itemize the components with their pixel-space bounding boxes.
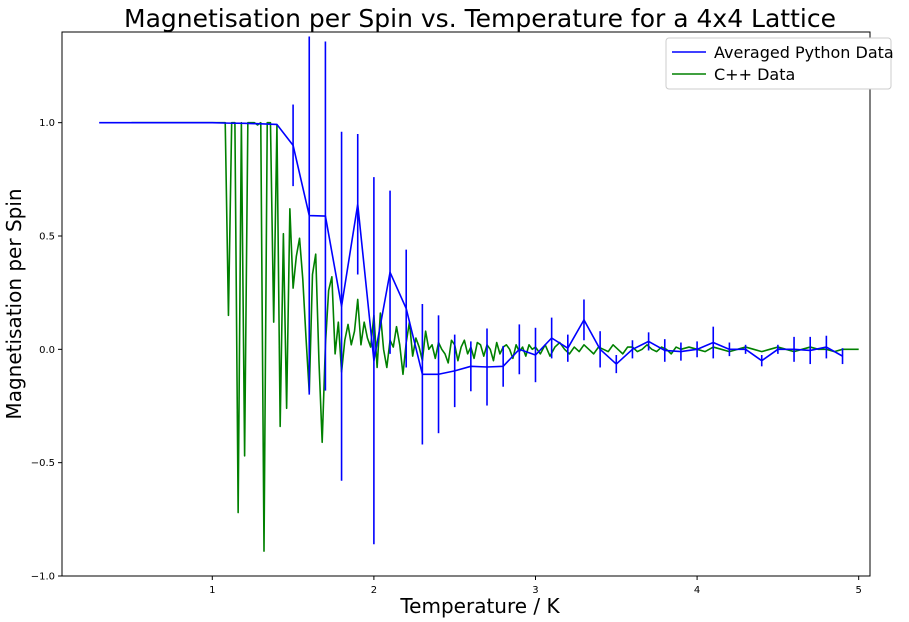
magnetisation-chart: Magnetisation per Spin vs. Temperature f… xyxy=(2,4,894,618)
legend: Averaged Python Data C++ Data xyxy=(665,37,894,90)
chart-title: Magnetisation per Spin vs. Temperature f… xyxy=(124,4,836,33)
x-tick-label: 4 xyxy=(694,585,700,596)
y-axis-label: Magnetisation per Spin xyxy=(2,188,26,419)
y-tick-label: 0.0 xyxy=(39,345,55,356)
x-axis-label: Temperature / K xyxy=(399,594,560,618)
x-tick-label: 3 xyxy=(532,585,538,596)
x-tick-label: 1 xyxy=(209,585,215,596)
plot-data xyxy=(99,36,859,552)
y-tick-label: −0.5 xyxy=(31,458,55,469)
series-line-cpp xyxy=(131,121,859,552)
plot-frame xyxy=(61,31,871,577)
legend-label-python: Averaged Python Data xyxy=(714,43,894,62)
legend-label-cpp: C++ Data xyxy=(714,65,795,84)
y-tick-label: 0.5 xyxy=(39,232,55,243)
x-tick-label: 2 xyxy=(371,585,377,596)
series-line-python xyxy=(99,121,843,376)
x-tick-label: 5 xyxy=(856,585,862,596)
y-tick-label: −1.0 xyxy=(31,572,55,583)
y-tick-label: 1.0 xyxy=(39,118,55,129)
